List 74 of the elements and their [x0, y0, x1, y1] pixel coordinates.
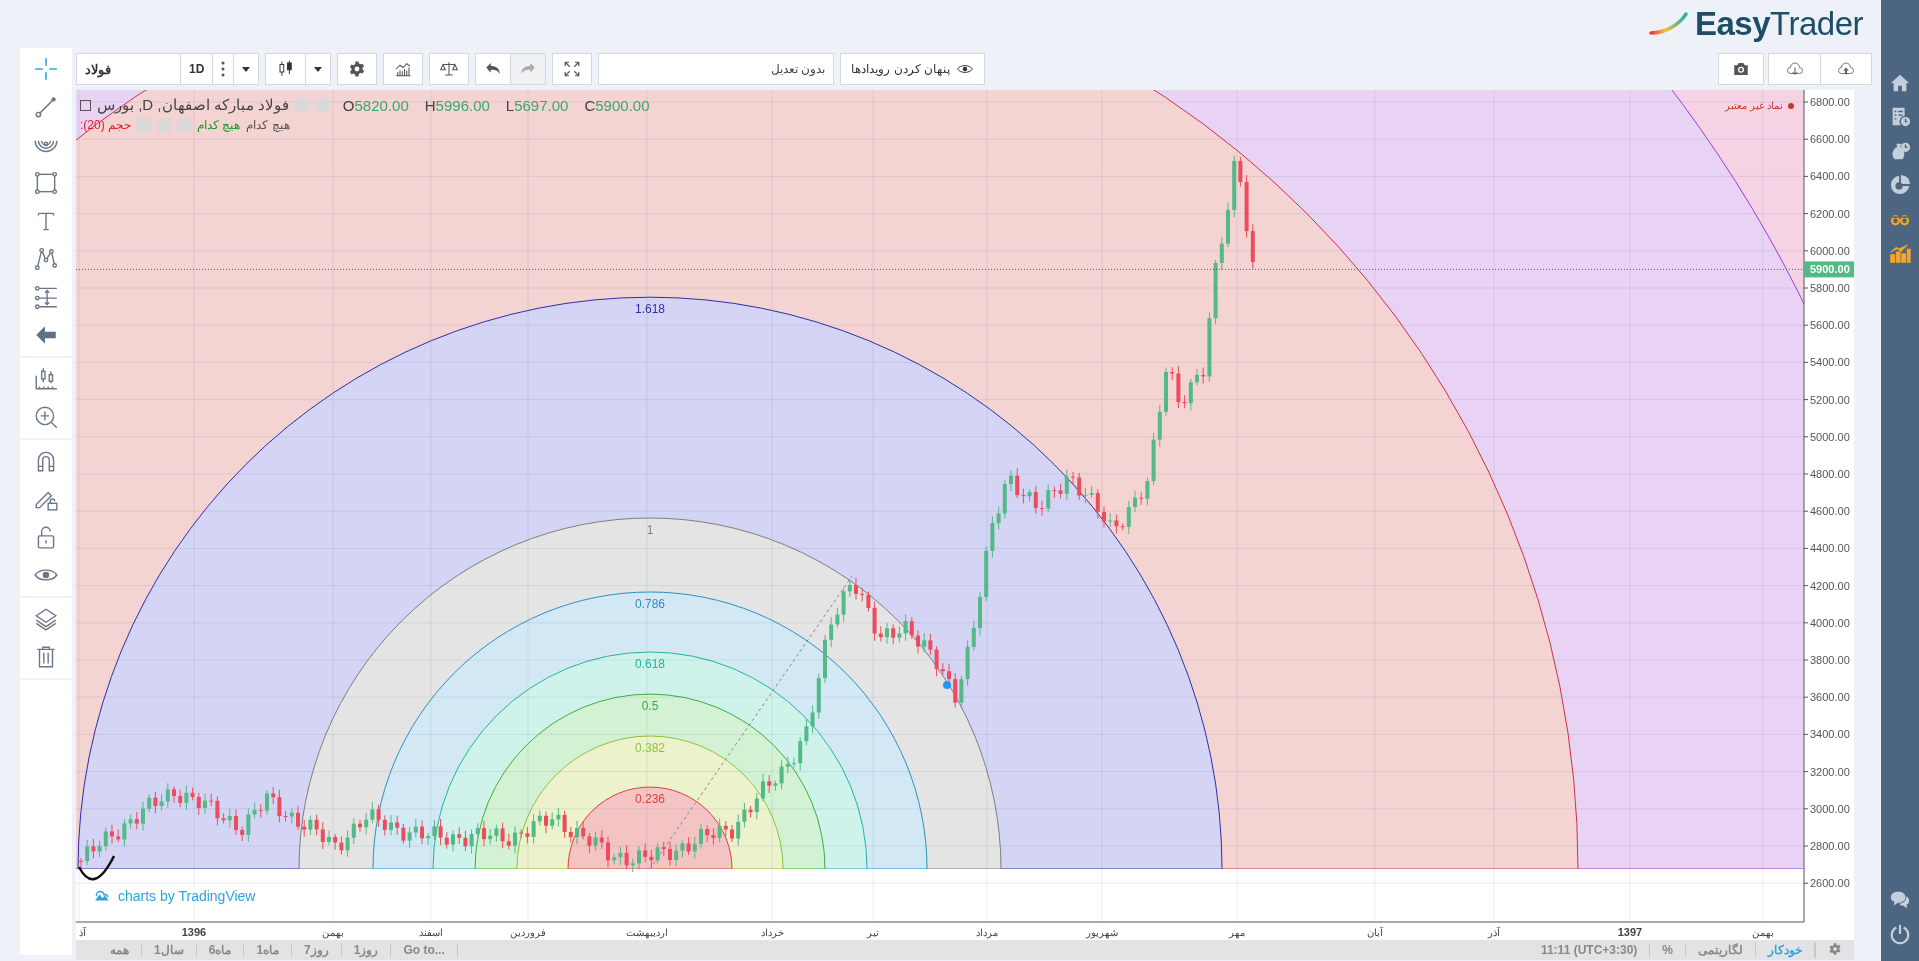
price-label: 3600.00 [1810, 691, 1850, 704]
range-button[interactable]: 6ماه [196, 943, 245, 957]
time-label: آذ [79, 927, 86, 938]
indicator-value: هیچ کدام [197, 118, 241, 132]
range-button[interactable]: 1ماه [244, 943, 293, 957]
time-label: مهر [1229, 927, 1245, 938]
fib-level-label: 0.618 [635, 657, 665, 671]
price-label: 4000.00 [1810, 616, 1850, 629]
price-label: 5600.00 [1810, 319, 1850, 332]
time-label: آبان [1367, 927, 1383, 938]
price-label: 6000.00 [1810, 244, 1850, 257]
ohlc-value: 5820.00 [354, 96, 409, 114]
ohlc-value: 5697.00 [514, 96, 569, 114]
price-label: 2600.00 [1810, 877, 1850, 890]
time-label: اسفند [419, 927, 443, 938]
price-label: 5800.00 [1810, 282, 1850, 294]
clock-text: 11:11 (UTC+3:30) [1528, 943, 1651, 957]
fib-level-label: 0.5 [641, 699, 659, 713]
scale-option[interactable]: لگاریتمی [1686, 943, 1756, 957]
last-price-badge: 5900.00 [1804, 261, 1854, 278]
price-label: 6200.00 [1810, 207, 1850, 220]
time-label: آذر [1488, 927, 1500, 938]
range-button[interactable]: Go to... [391, 943, 458, 957]
ohlc-key: C [584, 96, 596, 114]
ohlc-key: O [342, 96, 355, 114]
price-label: 3400.00 [1810, 728, 1850, 741]
price-label: 5200.00 [1810, 393, 1850, 406]
price-label: 6800.00 [1810, 96, 1850, 108]
price-label: 3800.00 [1810, 654, 1850, 666]
price-label: 4400.00 [1810, 542, 1850, 555]
scale-option[interactable]: خودکار [1756, 943, 1815, 957]
price-label: 3000.00 [1810, 802, 1850, 815]
range-button[interactable]: همه [98, 943, 142, 957]
fib-level-label: 1.618 [635, 302, 665, 316]
price-label: 4800.00 [1810, 468, 1850, 480]
chart-credit-link[interactable]: charts by TradingView [118, 888, 256, 904]
logo-text: EasyTrader [1694, 5, 1863, 43]
hide-events-button[interactable]: پنهان کردن رویدادها [840, 53, 985, 85]
fib-level-label: 0.236 [635, 792, 665, 806]
ohlc-key: L [505, 96, 515, 114]
range-button[interactable]: 7روز [292, 943, 342, 957]
scale-option[interactable]: % [1650, 943, 1686, 957]
symbol-field[interactable]: فولاد [76, 53, 180, 85]
price-label: 3200.00 [1810, 765, 1850, 778]
price-label: 6600.00 [1810, 133, 1850, 146]
price-label: 5400.00 [1810, 356, 1850, 369]
time-label: تیر [867, 927, 879, 938]
time-label: اردیبهشت [626, 927, 668, 938]
ohlc-value: 5900.00 [595, 96, 650, 114]
ohlc-value: 5996.00 [435, 96, 490, 114]
time-label: 1396 [181, 926, 207, 938]
time-label: خرداد [760, 927, 784, 938]
time-label: بهمن [322, 927, 344, 938]
price-label: 6400.00 [1810, 170, 1850, 183]
volume-label: حجم (20): [80, 118, 132, 132]
interval-button[interactable]: 1D [180, 53, 213, 85]
adjustment-field[interactable]: بدون تعدیل [598, 53, 835, 85]
price-label: 4600.00 [1810, 505, 1850, 518]
fib-level-label: 0.786 [635, 597, 665, 611]
fib-level-label: 0.382 [635, 741, 665, 755]
ohlc-key: H [424, 96, 436, 114]
price-label: 2800.00 [1810, 840, 1850, 852]
price-label: 5000.00 [1810, 430, 1850, 443]
time-label: مرداد [976, 927, 998, 938]
indicator-value: هیچ کدام [246, 118, 290, 132]
invalid-symbol-text: نماد غیر معتبر [1725, 100, 1783, 111]
range-button[interactable]: 1سال [142, 943, 197, 957]
price-label: 4200.00 [1810, 579, 1850, 592]
fib-level-label: 1 [646, 523, 654, 537]
time-label: شهریور [1086, 927, 1118, 938]
range-button[interactable]: 1روز [341, 943, 392, 957]
time-label: فروردین [510, 927, 546, 938]
time-label: 1397 [1617, 926, 1643, 938]
time-label: بهمن [1752, 927, 1774, 938]
